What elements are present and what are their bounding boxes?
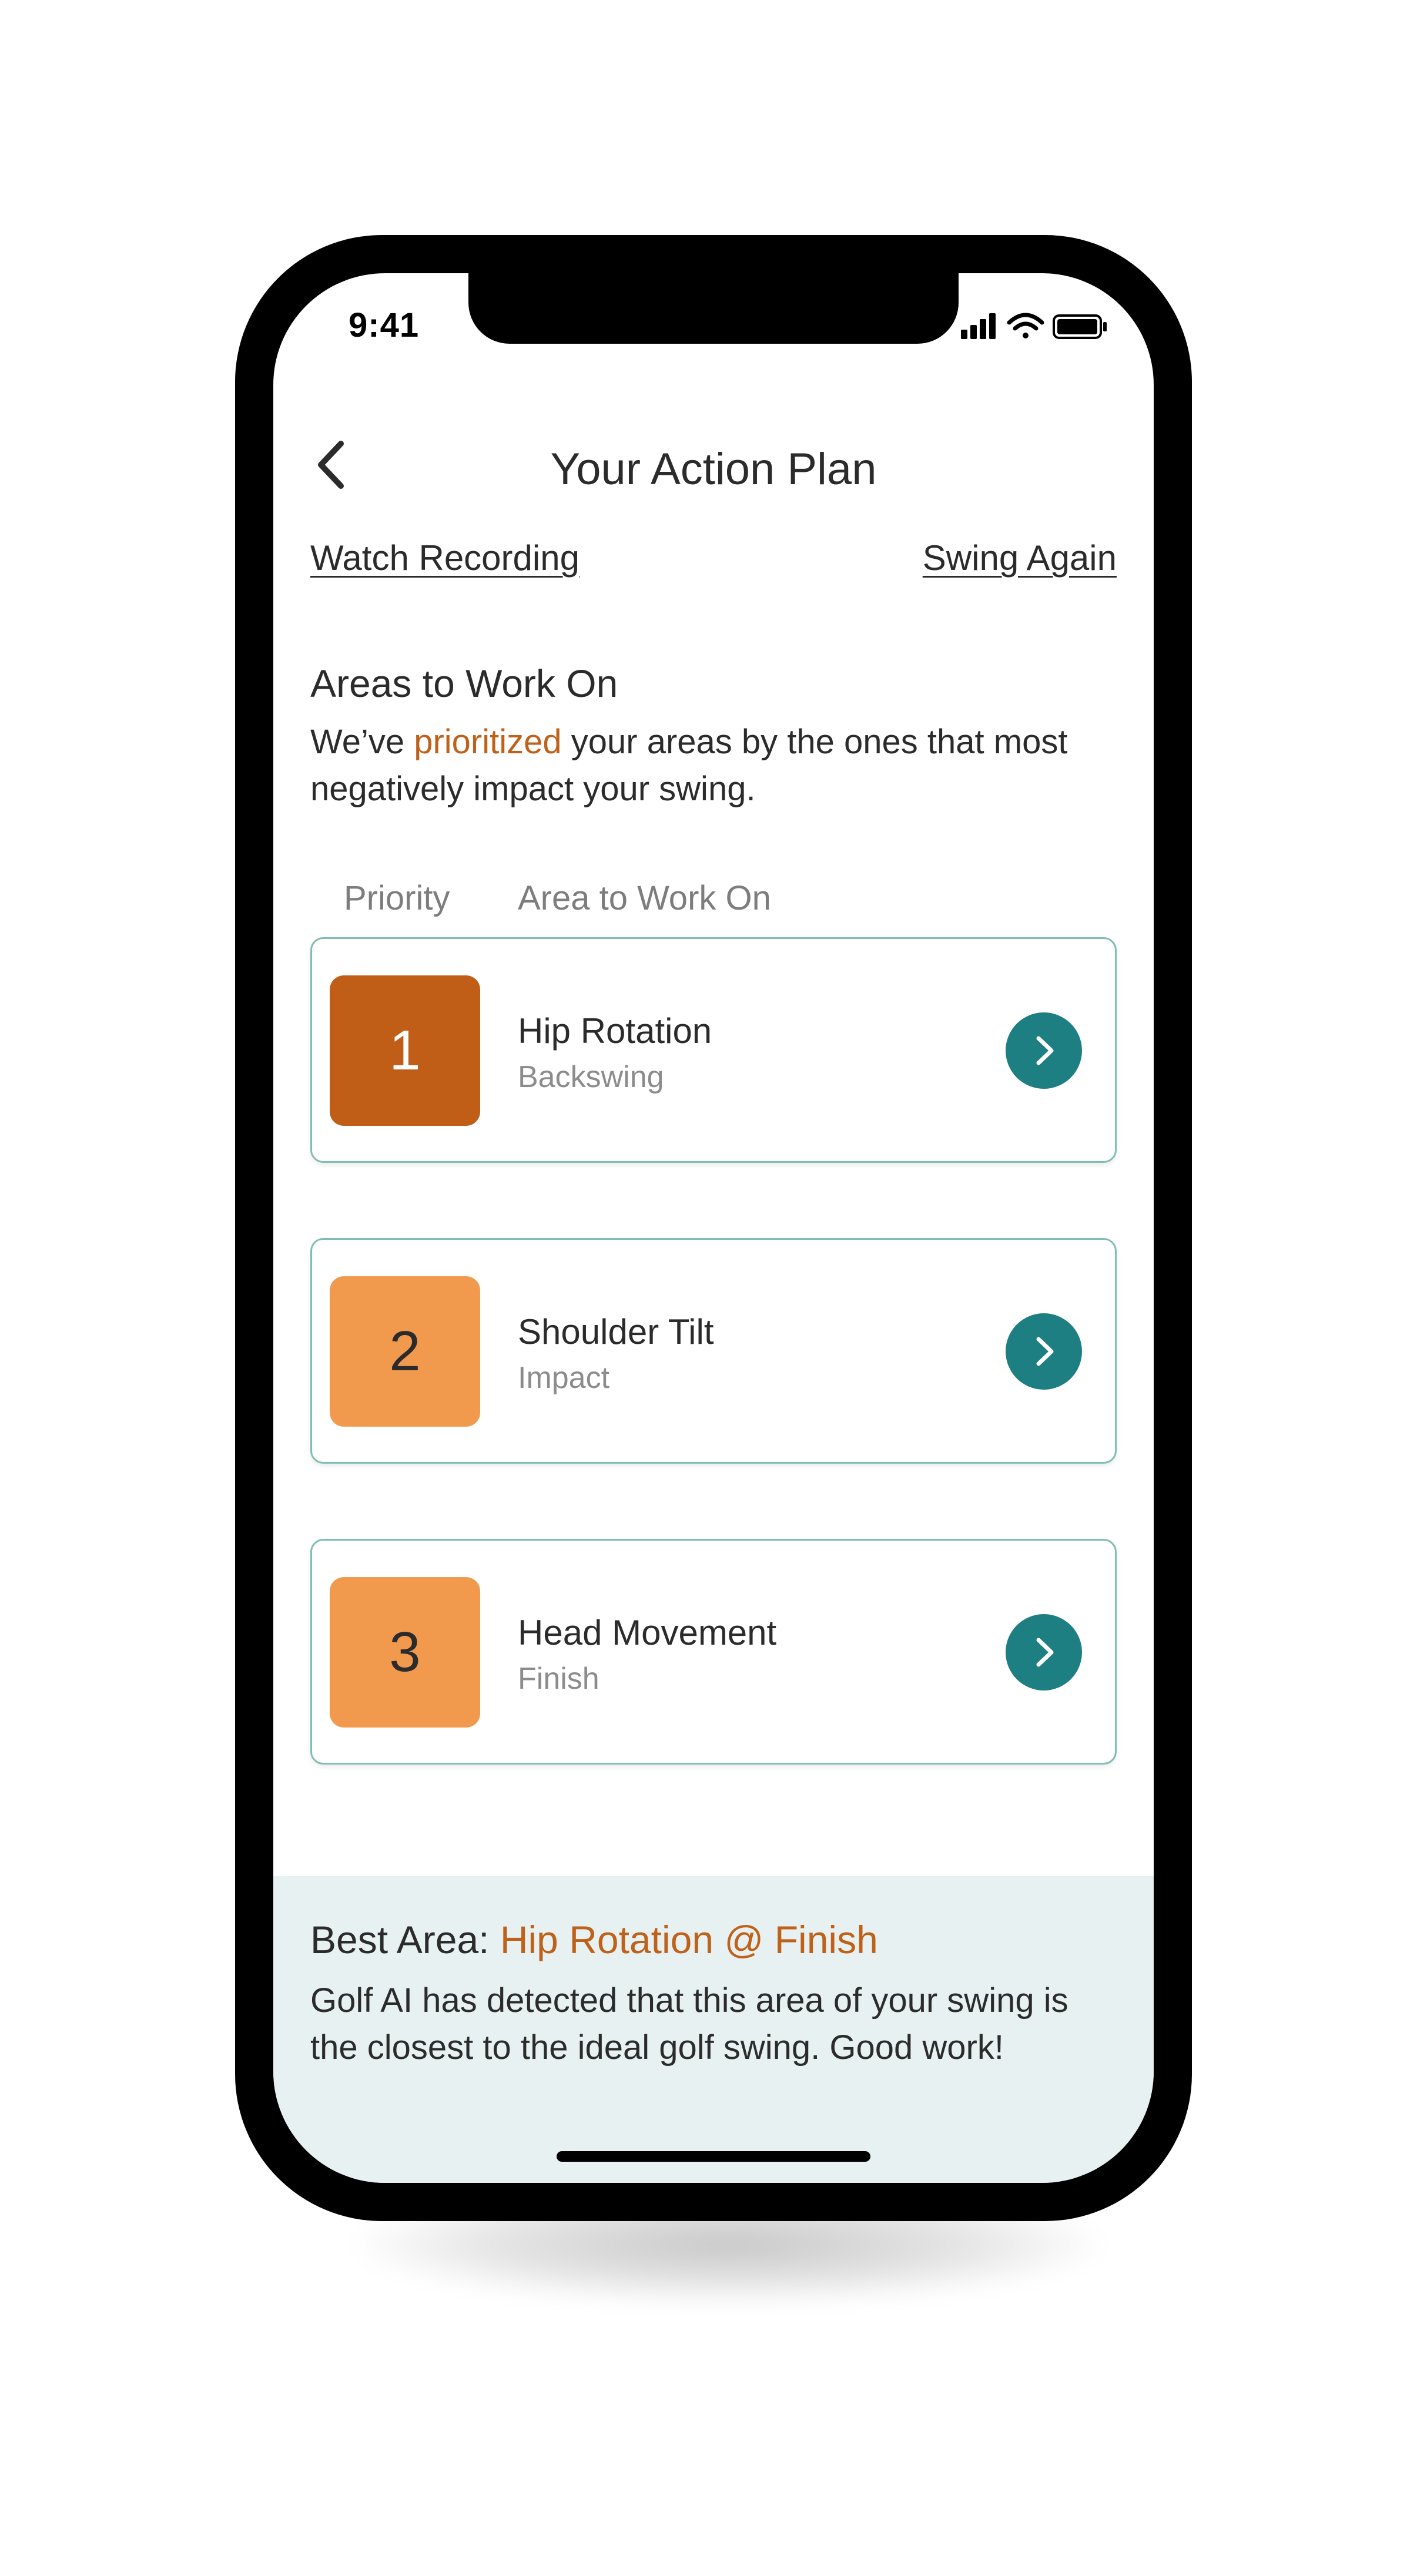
area-phase: Finish	[518, 1662, 599, 1696]
status-time: 9:41	[349, 306, 420, 344]
area-card[interactable]: 2 Shoulder Tilt Impact	[310, 1238, 1117, 1464]
chevron-right-icon	[1036, 1036, 1054, 1065]
open-area-button[interactable]	[1006, 1614, 1082, 1690]
priority-badge: 2	[330, 1276, 480, 1427]
priority-badge: 3	[330, 1577, 480, 1728]
chevron-right-icon	[1036, 1638, 1054, 1667]
description-text-start: We’ve	[310, 723, 414, 761]
battery-icon	[1053, 314, 1107, 339]
areas-section-description: We’ve prioritized your areas by the ones…	[310, 719, 1074, 813]
status-icons	[961, 313, 1107, 339]
best-area-heading: Best Area: Hip Rotation @ Finish	[310, 1917, 878, 1962]
column-header-area: Area to Work On	[518, 879, 771, 917]
open-area-button[interactable]	[1006, 1313, 1082, 1390]
best-area-label: Best Area:	[310, 1918, 500, 1961]
description-highlight: prioritized	[414, 723, 562, 761]
phone-screen: 9:41 Your Action Plan Watch Recording Sw…	[273, 273, 1154, 2183]
area-title: Shoulder Tilt	[518, 1312, 714, 1351]
chevron-right-icon	[1036, 1337, 1054, 1366]
page-title: Your Action Plan	[550, 444, 877, 494]
best-area-panel: Best Area: Hip Rotation @ Finish Golf AI…	[273, 1876, 1154, 2183]
best-area-value: Hip Rotation @ Finish	[500, 1918, 878, 1961]
wifi-icon	[1007, 313, 1044, 338]
swing-again-link[interactable]: Swing Again	[923, 538, 1117, 578]
watch-recording-link[interactable]: Watch Recording	[310, 538, 579, 578]
area-card[interactable]: 3 Head Movement Finish	[310, 1539, 1117, 1765]
priority-badge: 1	[330, 975, 480, 1126]
area-phase: Backswing	[518, 1060, 664, 1094]
areas-section-heading: Areas to Work On	[310, 662, 618, 705]
home-indicator	[557, 2151, 870, 2162]
area-title: Hip Rotation	[518, 1011, 712, 1051]
best-area-description: Golf AI has detected that this area of y…	[310, 1981, 1068, 2067]
area-phase: Impact	[518, 1361, 610, 1395]
open-area-button[interactable]	[1006, 1012, 1082, 1089]
header-bar: Your Action Plan	[273, 420, 1154, 508]
column-header-priority: Priority	[344, 879, 450, 917]
cellular-signal-icon	[961, 313, 996, 339]
area-card[interactable]: 1 Hip Rotation Backswing	[310, 937, 1117, 1163]
notch	[468, 273, 959, 344]
area-title: Head Movement	[518, 1613, 777, 1652]
